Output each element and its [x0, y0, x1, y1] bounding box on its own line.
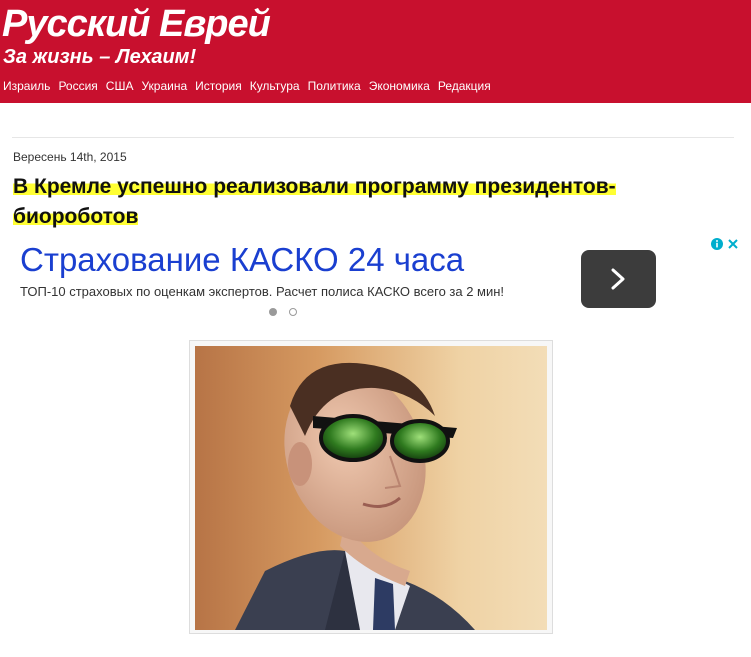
carousel-dot-active[interactable] [269, 308, 277, 316]
site-title[interactable]: Русский Еврей [2, 2, 271, 46]
content-divider [12, 137, 734, 138]
carousel-dot[interactable] [289, 308, 297, 316]
nav-item-editorial[interactable]: Редакция [438, 78, 491, 94]
ad-banner[interactable]: Страхование КАСКО 24 часа ТОП-10 страхов… [12, 236, 742, 328]
article-image[interactable] [195, 346, 547, 630]
nav-item-politics[interactable]: Политика [308, 78, 361, 94]
close-icon[interactable] [726, 237, 740, 251]
ad-next-button[interactable] [581, 250, 656, 308]
chevron-right-icon [611, 268, 625, 290]
article-image-frame [189, 340, 553, 634]
nav-item-history[interactable]: История [195, 78, 242, 94]
nav-item-economy[interactable]: Экономика [369, 78, 430, 94]
main-nav: Израиль Россия США Украина История Культ… [3, 78, 499, 94]
photo-portrait-icon [195, 346, 547, 630]
nav-item-russia[interactable]: Россия [58, 78, 97, 94]
article-body-cutoff [12, 647, 734, 657]
article-title[interactable]: В Кремле успешно реализовали программу п… [13, 172, 633, 232]
post-date: Вересень 14th, 2015 [13, 150, 127, 164]
ad-title[interactable]: Страхование КАСКО 24 часа [20, 240, 464, 280]
nav-item-culture[interactable]: Культура [250, 78, 300, 94]
nav-item-ukraine[interactable]: Украина [141, 78, 187, 94]
article-title-text[interactable]: В Кремле успешно реализовали программу п… [13, 175, 616, 228]
site-tagline: За жизнь – Лехаим! [3, 46, 197, 68]
info-icon[interactable] [710, 237, 724, 251]
ad-description[interactable]: ТОП-10 страховых по оценкам экспертов. Р… [20, 284, 504, 299]
nav-item-usa[interactable]: США [106, 78, 134, 94]
nav-item-israel[interactable]: Израиль [3, 78, 50, 94]
site-header: Русский Еврей За жизнь – Лехаим! Израиль… [0, 0, 751, 103]
